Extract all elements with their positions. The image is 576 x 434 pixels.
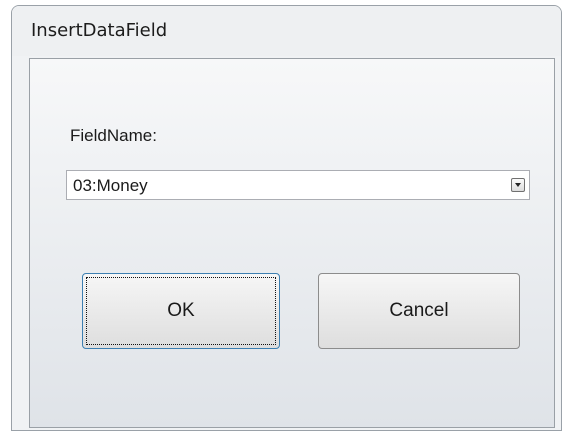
window-title: InsertDataField <box>31 20 168 41</box>
dialog-content: FieldName: 03:Money OK Cancel <box>29 58 555 428</box>
cancel-button-label: Cancel <box>389 300 449 321</box>
chevron-down-icon[interactable] <box>511 178 525 192</box>
field-name-select[interactable]: 03:Money <box>66 170 530 200</box>
ok-button-label: OK <box>167 300 195 321</box>
dialog-window: InsertDataField FieldName: 03:Money OK C… <box>11 5 562 431</box>
field-name-label: FieldName: <box>70 126 157 145</box>
field-name-select-value: 03:Money <box>73 176 148 195</box>
ok-button[interactable]: OK <box>82 273 280 349</box>
title-bar[interactable]: InsertDataField <box>12 6 561 56</box>
cancel-button[interactable]: Cancel <box>318 273 520 349</box>
